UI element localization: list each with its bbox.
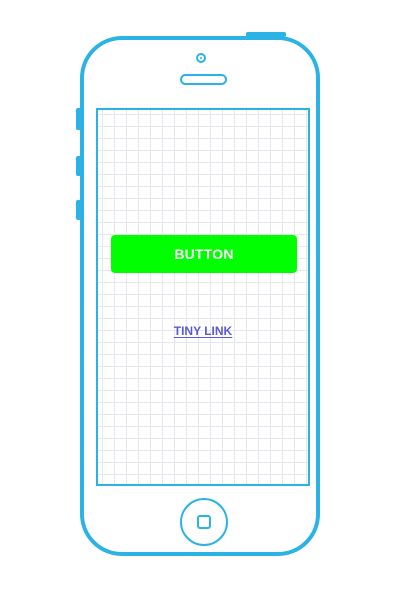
primary-button[interactable]: BUTTON xyxy=(111,235,297,273)
tiny-link[interactable]: TINY LINK xyxy=(98,324,308,338)
mockup-canvas: BUTTON TINY LINK xyxy=(0,0,400,600)
phone-screen: BUTTON TINY LINK xyxy=(96,108,310,486)
speaker-icon xyxy=(180,74,227,85)
home-button-icon xyxy=(197,515,211,529)
camera-icon xyxy=(196,53,206,63)
home-button[interactable] xyxy=(180,498,228,546)
